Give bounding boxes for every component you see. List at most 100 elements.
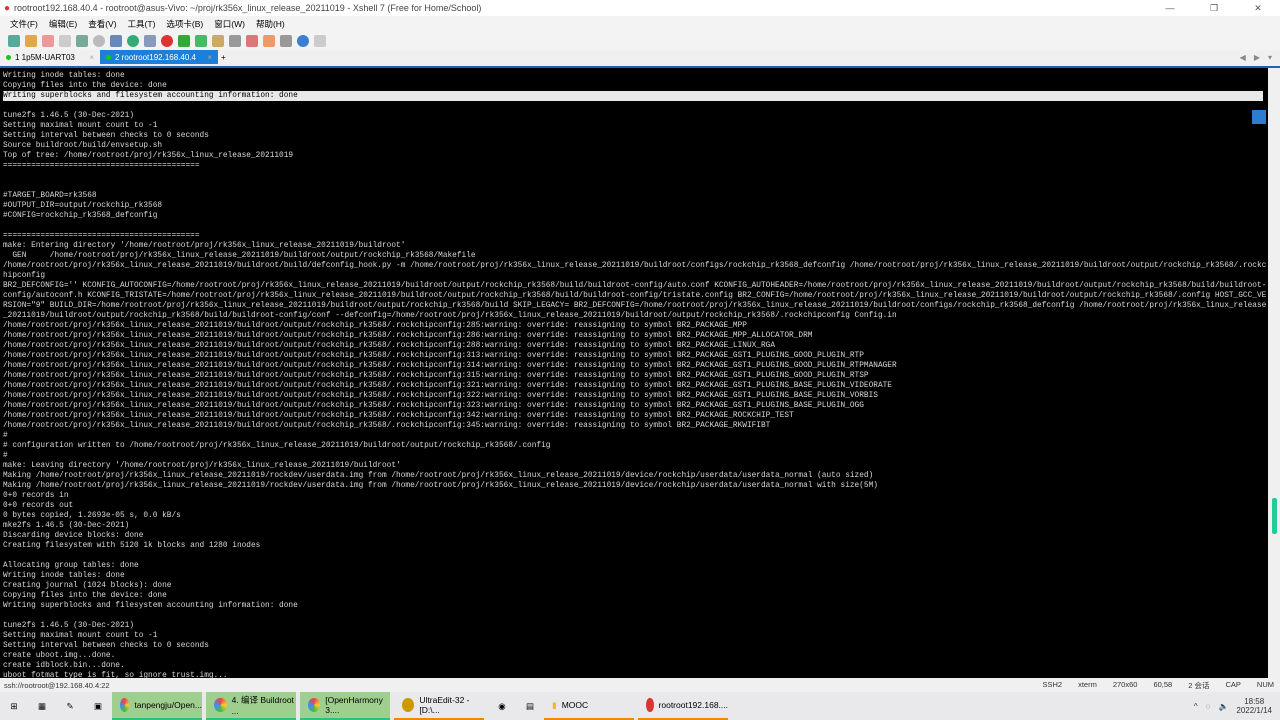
connection-info: ssh://rootroot@192.168.40.4:22 — [4, 680, 110, 690]
menu-window[interactable]: 窗口(W) — [214, 18, 245, 30]
terminal-line: Setting interval between checks to 0 sec… — [3, 642, 209, 650]
media-icon[interactable]: ◉ — [488, 692, 516, 720]
globe-icon[interactable] — [127, 35, 139, 47]
terminal-line: RSION="9" BUILD_DIR=/home/rootroot/proj/… — [3, 302, 1267, 310]
xshell-logo-icon: ● — [4, 2, 11, 14]
disconnect-icon[interactable] — [59, 35, 71, 47]
terminal-line: /home/rootroot/proj/rk356x_linux_release… — [3, 352, 864, 360]
terminal-line: # configuration written to /home/rootroo… — [3, 442, 551, 450]
terminal-line: ========================================… — [3, 232, 200, 240]
terminal-line: mke2fs 1.46.5 (30-Dec-2021) — [3, 522, 130, 530]
terminal-line: Creating filesystem with 5120 1k blocks … — [3, 542, 261, 550]
volume-icon[interactable]: 🔈 — [1218, 702, 1228, 711]
viewer-icon[interactable]: ▣ — [84, 692, 112, 720]
terminal-line: tune2fs 1.46.5 (30-Dec-2021) — [3, 112, 135, 120]
xshell-icon[interactable] — [161, 35, 173, 47]
terminal-line: create idblock.bin...done. — [3, 662, 125, 670]
help-icon[interactable] — [297, 35, 309, 47]
terminal-line: /home/rootroot/proj/rk356x_linux_release… — [3, 322, 747, 330]
windows-start-icon[interactable]: ⊞ — [0, 692, 28, 720]
protocol: SSH2 — [1042, 679, 1063, 689]
compose-pane-icon[interactable] — [1252, 110, 1266, 124]
chat-icon[interactable] — [314, 35, 326, 47]
status-dot-icon — [106, 54, 111, 60]
highlight-icon[interactable] — [246, 35, 258, 47]
app-label: tanpengju/Open... — [134, 700, 202, 710]
menu-tabs[interactable]: 选项卡(B) — [166, 18, 203, 30]
taskbar-app-chrome-2[interactable]: 4. 编译 Buildroot ... — [206, 692, 296, 720]
tray-expand-icon[interactable]: ^ — [1194, 702, 1198, 711]
terminal-line: /home/rootroot/proj/rk356x_linux_release… — [3, 372, 869, 380]
terminal-line: /home/rootroot/proj/rk356x_linux_release… — [3, 392, 878, 400]
menu-edit[interactable]: 编辑(E) — [49, 18, 77, 30]
taskbar-app-xshell[interactable]: rootroot192.168.... — [638, 692, 728, 720]
layout-icon[interactable] — [280, 35, 292, 47]
font-icon[interactable] — [144, 35, 156, 47]
xshell-icon — [646, 698, 654, 712]
tab-label: 2 rootroot192.168.40.4 — [115, 52, 196, 62]
terminal-line: make: Leaving directory '/home/rootroot/… — [3, 462, 401, 470]
chrome-icon — [120, 698, 130, 712]
new-session-icon[interactable] — [8, 35, 20, 47]
terminal-line: Creating journal (1024 blocks): done — [3, 582, 172, 590]
terminal-line: Writing inode tables: done — [3, 572, 125, 580]
connect-icon[interactable] — [42, 35, 54, 47]
terminal-line: 0+0 records in — [3, 492, 69, 500]
terminal-line: Copying files into the device: done — [3, 592, 167, 600]
taskbar-app-mooc[interactable]: ▮ MOOC — [544, 692, 634, 720]
menu-file[interactable]: 文件(F) — [10, 18, 38, 30]
tab-list-icon[interactable]: ▾ — [1268, 53, 1272, 62]
new-tab-label: + — [221, 52, 226, 62]
scrollbar-thumb[interactable] — [1272, 498, 1277, 534]
menu-tools[interactable]: 工具(T) — [128, 18, 156, 30]
terminal-line: /home/rootroot/proj/rk356x_linux_release… — [3, 402, 864, 410]
selected-text: Writing superblocks and filesystem accou… — [3, 91, 1263, 101]
close-tab-icon[interactable]: × — [207, 53, 212, 62]
keyboard-icon[interactable] — [229, 35, 241, 47]
tab-rootroot[interactable]: 2 rootroot192.168.40.4 × — [100, 50, 218, 64]
taskbar-app-chrome-1[interactable]: tanpengju/Open... — [112, 692, 202, 720]
open-folder-icon[interactable] — [25, 35, 37, 47]
clock[interactable]: 18:58 2022/1/14 — [1236, 697, 1272, 715]
tab-uart03[interactable]: 1 1p5M-UART03 × — [0, 50, 100, 64]
cursor-position: 60,58 — [1153, 679, 1173, 689]
taskbar-app-ultraedit[interactable]: UltraEdit-32 - [D:\... — [394, 692, 484, 720]
terminal-scrollbar[interactable] — [1268, 68, 1280, 678]
toolbar — [0, 32, 1280, 50]
taskbar: ⊞ ▦ ✎ ▣ tanpengju/Open... 4. 编译 Buildroo… — [0, 692, 1280, 720]
color-scheme-icon[interactable] — [110, 35, 122, 47]
lock-icon[interactable] — [212, 35, 224, 47]
taskbar-app-chrome-3[interactable]: [OpenHarmony 3.... — [300, 692, 390, 720]
pen-icon[interactable]: ✎ — [56, 692, 84, 720]
terminal-line: config/autoconf.h KCONFIG_TRISTATE=/home… — [3, 292, 1267, 300]
terminal[interactable]: Writing inode tables: done Copying files … — [0, 66, 1280, 681]
terminal-line: GEN /home/rootroot/proj/rk356x_linux_rel… — [3, 252, 476, 260]
session-count[interactable]: 2 会话 — [1188, 680, 1209, 691]
tab-next-icon[interactable]: ▶ — [1254, 53, 1260, 62]
new-tab-button[interactable]: + — [218, 50, 232, 64]
xftp-icon[interactable] — [178, 35, 190, 47]
close-tab-icon[interactable]: × — [89, 53, 94, 62]
menu-view[interactable]: 查看(V) — [88, 18, 116, 30]
terminal-line: BR2_DEFCONFIG='' KCONFIG_AUTOCONFIG=/hom… — [3, 282, 1267, 290]
properties-icon[interactable] — [76, 35, 88, 47]
transfer-icon[interactable] — [263, 35, 275, 47]
caps-lock: CAP — [1225, 679, 1241, 689]
maximize-button[interactable]: ❐ — [1192, 3, 1236, 14]
terminal-line: Setting maximal mount count to -1 — [3, 122, 158, 130]
terminal-line: Allocating group tables: done — [3, 562, 139, 570]
tab-prev-icon[interactable]: ◀ — [1240, 53, 1246, 62]
search-icon[interactable] — [93, 35, 105, 47]
fullscreen-icon[interactable] — [195, 35, 207, 47]
network-icon[interactable]: ◌ — [1206, 702, 1211, 711]
notes-icon[interactable]: ▤ — [516, 692, 544, 720]
terminal-output: Writing inode tables: done Copying files … — [3, 71, 1266, 681]
calculator-icon[interactable]: ▦ — [28, 692, 56, 720]
terminal-line: _20211019/buildroot/output/rockchip_rk35… — [3, 312, 897, 320]
menu-help[interactable]: 帮助(H) — [256, 18, 285, 30]
minimize-button[interactable]: — — [1148, 3, 1192, 14]
close-button[interactable]: ✕ — [1236, 3, 1280, 14]
